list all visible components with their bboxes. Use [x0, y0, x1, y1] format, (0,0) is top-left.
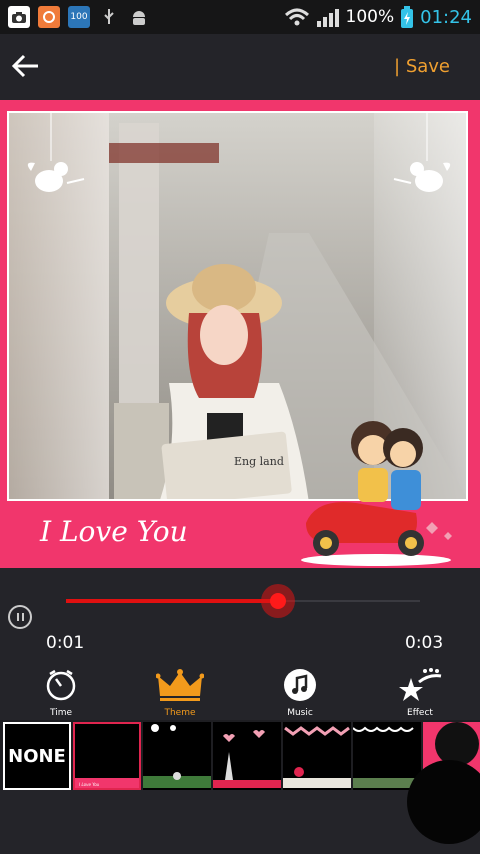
- wifi-icon: [284, 8, 309, 26]
- android-icon: [128, 6, 150, 28]
- theme-love-scooter[interactable]: I Love You: [73, 722, 141, 790]
- tab-music[interactable]: Music: [265, 668, 335, 718]
- storage-badge-icon: 100: [68, 6, 90, 28]
- theme-strip: NONE I Love You: [0, 720, 480, 790]
- love-caption: I Love You: [40, 515, 188, 548]
- back-arrow-icon[interactable]: [10, 50, 42, 82]
- theme-none[interactable]: NONE: [3, 722, 71, 790]
- app-notification-icon: [38, 6, 60, 28]
- save-button[interactable]: | Save: [394, 56, 450, 77]
- current-time: 0:01: [46, 633, 85, 653]
- scooter-couple-sticker: [301, 421, 452, 566]
- theme-bunting[interactable]: [283, 722, 351, 790]
- newspaper-text: Eng land: [234, 455, 284, 468]
- seek-progress: [66, 599, 278, 603]
- battery-percent: 100%: [345, 7, 395, 27]
- signal-icon: [316, 9, 339, 27]
- crown-icon: [155, 669, 205, 701]
- theme-paris-hearts[interactable]: [213, 722, 281, 790]
- status-right: 100% 01:24: [284, 6, 472, 28]
- theme-thumb-caption: I Love You: [79, 782, 100, 787]
- tab-time-label: Time: [49, 708, 73, 718]
- video-preview-frame[interactable]: Eng land I Love You: [0, 100, 480, 568]
- theme-lace[interactable]: [352, 722, 421, 790]
- clock-icon: [46, 669, 76, 701]
- theme-none-label: NONE: [8, 745, 66, 767]
- total-time: 0:03: [405, 633, 444, 653]
- effect-star-icon: [399, 668, 442, 701]
- tab-effect[interactable]: Effect: [385, 668, 455, 718]
- tab-effect-label: Effect: [407, 708, 433, 718]
- seek-thumb[interactable]: [261, 584, 295, 618]
- tab-time[interactable]: Time: [26, 668, 96, 718]
- camera-icon: [8, 6, 30, 28]
- tab-theme-label: Theme: [164, 708, 196, 718]
- status-bar: 100 100% 01:24: [0, 0, 480, 34]
- usb-icon: [98, 6, 120, 28]
- battery-icon: [401, 6, 414, 28]
- pause-button[interactable]: [8, 605, 32, 629]
- editor-tabs: Time Theme Music Effect: [0, 664, 480, 722]
- theme-clouds[interactable]: [143, 722, 211, 790]
- music-icon: [284, 669, 316, 701]
- tab-theme[interactable]: Theme: [145, 668, 215, 722]
- clock-time: 01:24: [420, 6, 472, 28]
- app-bar: | Save: [0, 34, 480, 100]
- tab-music-label: Music: [287, 708, 313, 718]
